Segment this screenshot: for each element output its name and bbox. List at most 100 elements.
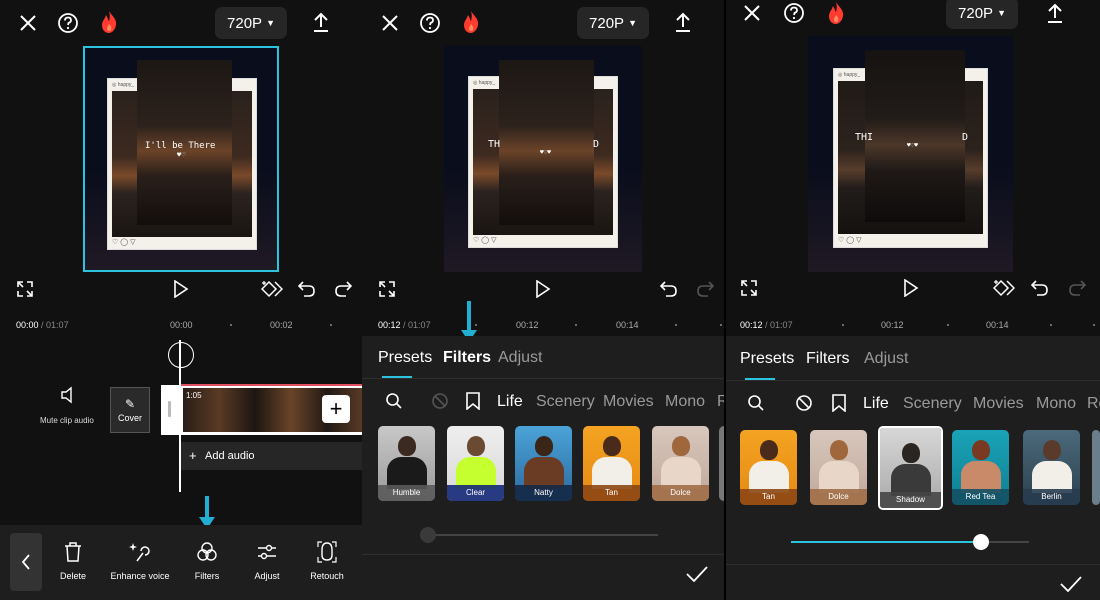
filter-dolce[interactable]: Dolce — [652, 426, 709, 501]
filter-clear[interactable]: Clear — [447, 426, 504, 501]
ruler-dot — [575, 324, 577, 326]
tab-filters[interactable]: Filters — [443, 349, 491, 367]
speaker-icon[interactable] — [60, 386, 80, 406]
filter-dolce[interactable]: Dolce — [810, 430, 867, 505]
tool-enhance-voice[interactable]: Enhance voice — [110, 525, 170, 600]
video-clip-card — [865, 50, 965, 222]
resolution-button[interactable]: 720P ▼ — [946, 0, 1018, 29]
overlay-text-right: D — [593, 139, 600, 150]
cover-button[interactable]: ✎ Cover — [110, 387, 150, 433]
confirm-check-icon[interactable] — [1060, 576, 1082, 597]
no-filter-icon[interactable] — [431, 392, 449, 415]
time-total: / 01:07 — [765, 320, 793, 330]
tool-adjust[interactable]: Adjust — [237, 525, 297, 600]
undo-icon[interactable] — [296, 278, 318, 300]
clip-trim-handle[interactable] — [168, 401, 171, 417]
flame-icon[interactable] — [458, 9, 484, 35]
filter-shadow-selected[interactable]: Shadow — [878, 426, 943, 510]
overlay-hearts: ♥♡♥ — [907, 142, 918, 149]
play-icon[interactable] — [900, 277, 922, 299]
add-clip-button[interactable]: + — [322, 395, 350, 423]
category-life[interactable]: Life — [497, 393, 523, 411]
intensity-slider-knob[interactable] — [973, 534, 990, 550]
confirm-check-icon[interactable] — [686, 566, 708, 587]
tool-label: Retouch — [310, 571, 344, 581]
close-icon[interactable] — [15, 10, 41, 36]
filter-humble[interactable]: Humble — [378, 426, 435, 501]
category-movies[interactable]: Movies — [603, 393, 654, 411]
filter-next-partial[interactable] — [719, 426, 724, 501]
filter-next-partial[interactable] — [1092, 430, 1100, 505]
model-figure — [455, 436, 496, 489]
category-more[interactable]: Re — [1087, 395, 1100, 413]
play-icon[interactable] — [170, 278, 192, 300]
add-audio-track[interactable]: + Add audio — [181, 442, 362, 470]
model-figure — [386, 436, 427, 489]
divider — [726, 380, 1100, 381]
ruler-dot — [720, 324, 722, 326]
search-icon[interactable] — [385, 392, 403, 415]
tool-filters[interactable]: Filters — [177, 525, 237, 600]
tab-adjust[interactable]: Adjust — [498, 349, 542, 367]
timecode: 00:12 / 01:07 — [378, 320, 431, 330]
bookmark-icon[interactable] — [832, 394, 846, 417]
category-mono[interactable]: Mono — [1036, 395, 1076, 413]
flame-icon[interactable] — [823, 0, 849, 26]
resolution-button[interactable]: 720P ▼ — [577, 7, 649, 39]
keyframe-icon[interactable] — [260, 278, 284, 300]
tool-retouch[interactable]: Retouch — [297, 525, 357, 600]
ruler-dot — [1093, 324, 1095, 326]
flame-icon[interactable] — [96, 9, 122, 35]
close-icon[interactable] — [739, 0, 765, 26]
help-icon[interactable] — [781, 0, 807, 26]
export-icon[interactable] — [1042, 0, 1068, 26]
category-movies[interactable]: Movies — [973, 395, 1024, 413]
tab-adjust[interactable]: Adjust — [864, 350, 908, 368]
category-scenery[interactable]: Scenery — [536, 393, 595, 411]
bookmark-icon[interactable] — [466, 392, 480, 415]
no-filter-icon[interactable] — [795, 394, 813, 417]
play-icon[interactable] — [532, 278, 554, 300]
undo-icon[interactable] — [658, 278, 680, 300]
export-icon[interactable] — [670, 9, 696, 35]
filter-berlin[interactable]: Berlin — [1023, 430, 1080, 505]
category-scenery[interactable]: Scenery — [903, 395, 962, 413]
close-icon[interactable] — [377, 10, 403, 36]
redo-icon[interactable] — [332, 278, 354, 300]
resolution-button[interactable]: 720P ▼ — [215, 7, 287, 39]
help-icon[interactable] — [417, 10, 443, 36]
model-figure — [890, 443, 931, 496]
tool-delete[interactable]: Delete — [43, 525, 103, 600]
intensity-slider[interactable] — [428, 534, 658, 536]
time-current: 00:12 — [740, 320, 763, 330]
tab-filters[interactable]: Filters — [806, 350, 850, 368]
mute-clip-audio-label[interactable]: Mute clip audio — [40, 416, 94, 425]
filter-red-tea[interactable]: Red Tea — [952, 430, 1009, 505]
timecode: 00:12 / 01:07 — [740, 320, 793, 330]
help-icon[interactable] — [55, 10, 81, 36]
model-figure — [1031, 440, 1072, 493]
category-life[interactable]: Life — [863, 395, 889, 413]
category-mono[interactable]: Mono — [665, 393, 705, 411]
keyframe-icon[interactable] — [992, 277, 1016, 299]
export-icon[interactable] — [308, 9, 334, 35]
fullscreen-icon[interactable] — [738, 277, 760, 299]
redo-icon[interactable] — [1066, 277, 1088, 299]
undo-icon[interactable] — [1029, 277, 1051, 299]
fullscreen-icon[interactable] — [14, 278, 36, 300]
filter-tan[interactable]: Tan — [583, 426, 640, 501]
video-preview[interactable]: ◎ happy_ ♡◯▽ THI D ♥♡♥ — [808, 36, 1013, 272]
filter-natty[interactable]: Natty — [515, 426, 572, 501]
tab-presets[interactable]: Presets — [740, 350, 794, 368]
video-preview[interactable]: ◎ happy_ ♡◯▽ TH D ♥♡♥ — [444, 46, 642, 272]
filter-tan[interactable]: Tan — [740, 430, 797, 505]
slider-knob-disabled[interactable] — [420, 527, 436, 543]
tab-presets[interactable]: Presets — [378, 349, 432, 367]
redo-icon[interactable] — [694, 278, 716, 300]
fullscreen-icon[interactable] — [376, 278, 398, 300]
search-icon[interactable] — [747, 394, 765, 417]
category-more[interactable]: R — [717, 393, 724, 411]
video-preview[interactable]: ◎ happy_ ♡◯▽ I'll be There ♥♡ — [83, 46, 279, 272]
playhead-handle[interactable] — [168, 342, 194, 368]
back-button[interactable] — [10, 533, 42, 591]
